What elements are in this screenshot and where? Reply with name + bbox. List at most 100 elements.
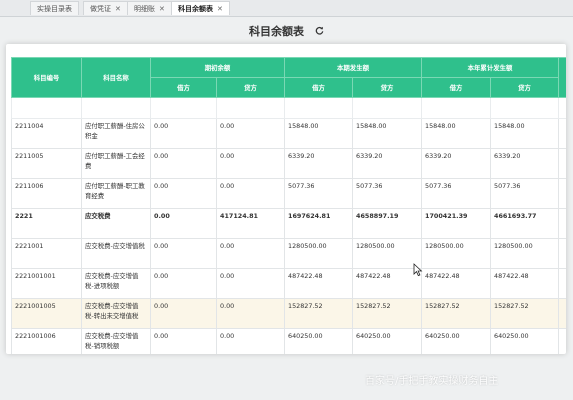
ytd-credit: 5077.36 — [490, 178, 560, 209]
header-credit: 贷方 — [351, 77, 423, 98]
period-credit: 5077.36 — [351, 178, 423, 209]
ytd-debit: 5077.36 — [421, 178, 492, 209]
period-credit: 4658897.19 — [351, 208, 423, 239]
account-code: 2221001006 — [11, 328, 82, 354]
close-icon[interactable]: ✕ — [159, 5, 165, 13]
ytd-debit: 640250.00 — [421, 328, 492, 354]
ytd-credit: 640250.00 — [490, 328, 560, 354]
account-name: 应交税费-应交增值税 — [81, 238, 151, 269]
period-debit: 640250.00 — [284, 328, 353, 354]
opening-credit: 0.00 — [216, 118, 285, 149]
ytd-credit: 1280500.00 — [490, 238, 560, 269]
ytd-debit: 152827.52 — [421, 298, 492, 329]
header-credit: 贷方 — [490, 77, 560, 98]
tab-directory[interactable]: 实操目录表 — [30, 1, 79, 15]
header-credit: 贷方 — [216, 77, 285, 98]
opening-debit: 0.00 — [150, 328, 217, 354]
ytd-debit: 1700421.39 — [421, 208, 492, 239]
opening-debit: 0.00 — [150, 238, 217, 269]
tab-label: 科目余额表 — [178, 5, 213, 13]
tab-voucher[interactable]: 做凭证 ✕ — [83, 1, 128, 15]
table-row[interactable]: 2221 应交税费 0.00 417124.81 1697624.81 4658897.1… — [11, 208, 566, 239]
period-credit: 640250.00 — [351, 328, 423, 354]
table-row[interactable]: 2211005 应付职工薪酬-工会经费 0.00 0.00 6339.20 6339.20… — [11, 148, 566, 179]
table-row[interactable]: 2221001 应交税费-应交增值税 0.00 0.00 1280500.00 12805… — [11, 238, 566, 269]
ytd-credit: 15848.00 — [490, 118, 560, 149]
opening-debit: 0.00 — [150, 298, 217, 329]
close-icon[interactable]: ✕ — [115, 5, 121, 13]
tab-bar: 实操目录表 做凭证 ✕ 明细账 ✕ 科目余额表 ✕ — [0, 0, 573, 17]
account-name: 应付职工薪酬-工会经费 — [81, 148, 151, 179]
ytd-debit: 6339.20 — [421, 148, 492, 179]
opening-credit: 0.00 — [216, 238, 285, 269]
account-name: 应交税费-应交增值税-销项税额 — [81, 328, 151, 354]
period-credit: 152827.52 — [351, 298, 423, 329]
table-row[interactable]: 2211004 应付职工薪酬-住房公积金 0.00 0.00 15848.00 15848… — [11, 118, 566, 149]
tab-label: 实操目录表 — [37, 5, 72, 13]
opening-credit: 0.00 — [216, 178, 285, 209]
overflow-cell — [558, 148, 566, 179]
mouse-cursor-icon — [413, 263, 423, 277]
opening-credit: 0.00 — [216, 298, 285, 329]
account-name: 应交税费-应交增值税-转出未交增值税 — [81, 298, 151, 329]
refresh-icon[interactable] — [315, 26, 324, 38]
overflow-cell — [558, 298, 566, 329]
header-code: 科目编号 — [11, 57, 82, 98]
header-debit: 借方 — [150, 77, 217, 98]
header-opening-balance: 期初余额 — [150, 57, 285, 78]
account-name: 应付职工薪酬-住房公积金 — [81, 118, 151, 149]
tab-ledger[interactable]: 明细账 ✕ — [127, 1, 172, 15]
ytd-credit: 487422.48 — [490, 268, 560, 299]
table-row[interactable]: 2221001005 应交税费-应交增值税-转出未交增值税 0.00 0.00 1528… — [11, 298, 566, 329]
ytd-debit: 487422.48 — [421, 268, 492, 299]
period-debit: 1280500.00 — [284, 238, 353, 269]
opening-debit: 0.00 — [150, 208, 217, 239]
account-code: 2211005 — [11, 148, 82, 179]
overflow-cell — [558, 238, 566, 269]
overflow-cell — [558, 268, 566, 299]
account-code: 2221001001 — [11, 268, 82, 299]
period-credit: 6339.20 — [351, 148, 423, 179]
account-code: 2211004 — [11, 118, 82, 149]
period-credit: 487422.48 — [351, 268, 423, 299]
table-row[interactable]: 2211006 应付职工薪酬-职工教育经费 0.00 0.00 5077.36 5077.… — [11, 178, 566, 209]
balance-table-panel: 科目编号 科目名称 期初余额 本期发生额 本年累计发生额 借方 贷方 借方 贷方… — [6, 44, 566, 354]
opening-debit: 0.00 — [150, 148, 217, 179]
opening-debit: 0.00 — [150, 268, 217, 299]
header-overflow — [558, 57, 566, 98]
overflow-cell — [558, 208, 566, 239]
overflow-cell — [558, 328, 566, 354]
account-code: 2211006 — [11, 178, 82, 209]
account-name: 应付职工薪酬-职工教育经费 — [81, 178, 151, 209]
overflow-cell — [558, 118, 566, 149]
account-code: 2221 — [11, 208, 82, 239]
tab-balance-sheet[interactable]: 科目余额表 ✕ — [171, 1, 230, 15]
spacer-row — [11, 97, 566, 119]
table-row[interactable]: 2221001006 应交税费-应交增值税-销项税额 0.00 0.00 640250.… — [11, 328, 566, 354]
period-debit: 15848.00 — [284, 118, 353, 149]
opening-credit: 0.00 — [216, 148, 285, 179]
overflow-cell — [558, 178, 566, 209]
header-debit: 借方 — [421, 77, 492, 98]
account-name: 应交税费 — [81, 208, 151, 239]
period-credit: 1280500.00 — [351, 238, 423, 269]
period-debit: 6339.20 — [284, 148, 353, 179]
header-ytd-amount: 本年累计发生额 — [421, 57, 560, 78]
opening-credit: 0.00 — [216, 268, 285, 299]
close-icon[interactable]: ✕ — [217, 5, 223, 13]
header-name: 科目名称 — [81, 57, 151, 98]
ytd-credit: 6339.20 — [490, 148, 560, 179]
period-debit: 5077.36 — [284, 178, 353, 209]
balance-table: 科目编号 科目名称 期初余额 本期发生额 本年累计发生额 借方 贷方 借方 贷方… — [11, 57, 566, 354]
table-row[interactable]: 2221001001 应交税费-应交增值税-进项税额 0.00 0.00 487422.… — [11, 268, 566, 299]
period-credit: 15848.00 — [351, 118, 423, 149]
watermark: 百家号/手把手教实操财务自主 — [365, 376, 499, 387]
account-code: 2221001005 — [11, 298, 82, 329]
header-period-amount: 本期发生额 — [283, 57, 423, 78]
ytd-debit: 1280500.00 — [421, 238, 492, 269]
opening-debit: 0.00 — [150, 178, 217, 209]
ytd-debit: 15848.00 — [421, 118, 492, 149]
period-debit: 1697624.81 — [284, 208, 353, 239]
period-debit: 152827.52 — [284, 298, 353, 329]
ytd-credit: 4661693.77 — [490, 208, 560, 239]
